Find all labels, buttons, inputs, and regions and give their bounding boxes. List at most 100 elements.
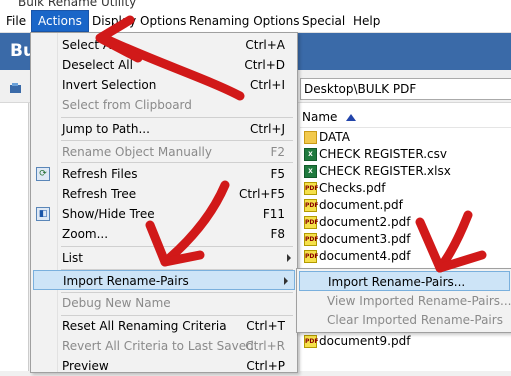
submenu-arrow-icon bbox=[287, 254, 291, 262]
folder-up-icon[interactable] bbox=[9, 82, 23, 94]
menu-item-label: Preview bbox=[62, 359, 109, 373]
tree-icon: ◧ bbox=[36, 207, 50, 221]
file-name: Checks.pdf bbox=[319, 181, 386, 195]
file-row[interactable]: X CHECK REGISTER.csv bbox=[300, 146, 511, 163]
menu-item-refresh-tree[interactable]: Refresh Tree Ctrl+F5 bbox=[31, 184, 297, 204]
menu-item-import-rename-pairs[interactable]: Import Rename-Pairs bbox=[33, 270, 295, 290]
menu-actions[interactable]: Actions bbox=[31, 10, 89, 32]
file-name: DATA bbox=[319, 130, 350, 144]
file-name: document3.pdf bbox=[319, 232, 411, 246]
menu-item-label: Debug New Name bbox=[62, 296, 171, 310]
submenu-item-view-imported-rename-pairs[interactable]: View Imported Rename-Pairs... bbox=[297, 291, 511, 311]
title-bar: Bulk Rename Utility bbox=[0, 0, 511, 10]
file-row[interactable]: DATA bbox=[300, 129, 511, 146]
menu-item-show-hide-tree[interactable]: ◧ Show/Hide Tree F11 bbox=[31, 204, 297, 224]
menu-item-label: Import Rename-Pairs bbox=[63, 274, 189, 288]
menu-separator bbox=[61, 246, 293, 247]
file-name: document4.pdf bbox=[319, 249, 411, 263]
menu-item-label: Jump to Path... bbox=[62, 122, 150, 136]
pdf-icon: PDF bbox=[304, 182, 318, 195]
file-row[interactable]: PDF document.pdf bbox=[300, 197, 511, 214]
file-row[interactable]: PDF document3.pdf bbox=[300, 231, 511, 248]
menu-item-rename-object-manually[interactable]: Rename Object Manually F2 bbox=[31, 142, 297, 162]
window-title: Bulk Rename Utility bbox=[18, 0, 137, 9]
menu-item-zoom[interactable]: Zoom... F8 bbox=[31, 224, 297, 244]
menu-item-label: Refresh Files bbox=[62, 167, 138, 181]
menu-item-label: Revert All Criteria to Last Saved bbox=[62, 339, 254, 353]
menu-item-label: Show/Hide Tree bbox=[62, 207, 155, 221]
menu-separator bbox=[61, 140, 293, 141]
file-name: CHECK REGISTER.xlsx bbox=[319, 164, 451, 178]
menu-item-label: Deselect All bbox=[62, 58, 133, 72]
menu-item-label: List bbox=[62, 251, 83, 265]
menu-item-invert-selection[interactable]: Invert Selection Ctrl+I bbox=[31, 75, 297, 95]
menu-item-shortcut: Ctrl+J bbox=[250, 122, 285, 136]
submenu-arrow-icon bbox=[284, 277, 288, 285]
menu-item-shortcut: Ctrl+T bbox=[246, 319, 285, 333]
folder-icon bbox=[304, 131, 317, 144]
file-row[interactable]: PDF document4.pdf bbox=[300, 248, 511, 265]
menu-item-label: Invert Selection bbox=[62, 78, 157, 92]
sort-ascending-icon bbox=[346, 114, 356, 121]
menu-item-label: Select from Clipboard bbox=[62, 98, 192, 112]
menu-item-shortcut: Ctrl+P bbox=[246, 359, 285, 373]
menu-help[interactable]: Help bbox=[347, 10, 386, 32]
menu-item-label: Rename Object Manually bbox=[62, 145, 212, 159]
menu-renaming-options[interactable]: Renaming Options bbox=[183, 10, 306, 32]
menu-item-preview[interactable]: Preview Ctrl+P bbox=[31, 356, 297, 376]
menu-item-shortcut: Ctrl+F5 bbox=[239, 187, 285, 201]
menu-item-reset-all-renaming-criteria[interactable]: Reset All Renaming Criteria Ctrl+T bbox=[31, 316, 297, 336]
import-rename-pairs-submenu: Import Rename-Pairs... View Imported Ren… bbox=[296, 268, 511, 333]
menu-item-shortcut: F5 bbox=[270, 167, 285, 181]
file-row[interactable]: PDF document2.pdf bbox=[300, 214, 511, 231]
path-field[interactable]: Desktop\BULK PDF bbox=[300, 78, 511, 100]
submenu-item-label: View Imported Rename-Pairs... bbox=[327, 294, 511, 308]
menu-item-shortcut: F11 bbox=[262, 207, 285, 221]
menu-item-label: Select A bbox=[62, 38, 112, 52]
refresh-icon: ⟳ bbox=[36, 167, 50, 181]
menu-separator bbox=[61, 162, 293, 163]
menu-item-refresh-files[interactable]: ⟳ Refresh Files F5 bbox=[31, 164, 297, 184]
file-name: CHECK REGISTER.csv bbox=[319, 147, 448, 161]
pdf-icon: PDF bbox=[304, 335, 318, 348]
pdf-icon: PDF bbox=[304, 250, 318, 263]
file-row[interactable]: X CHECK REGISTER.xlsx bbox=[300, 163, 511, 180]
menu-item-shortcut: Ctrl+I bbox=[250, 78, 285, 92]
menu-item-deselect-all[interactable]: Deselect All Ctrl+D bbox=[31, 55, 297, 75]
menu-item-shortcut: F2 bbox=[270, 145, 285, 159]
submenu-item-clear-imported-rename-pairs[interactable]: Clear Imported Rename-Pairs bbox=[297, 310, 511, 330]
pdf-icon: PDF bbox=[304, 199, 318, 212]
menu-file[interactable]: File bbox=[0, 10, 32, 32]
pdf-icon: PDF bbox=[304, 216, 318, 229]
menu-item-label: Reset All Renaming Criteria bbox=[62, 319, 227, 333]
menu-item-label: Refresh Tree bbox=[62, 187, 137, 201]
menu-bar: File Actions Display Options Renaming Op… bbox=[0, 10, 511, 33]
column-header-label: Name bbox=[302, 110, 338, 124]
menu-separator bbox=[61, 117, 293, 118]
menu-item-revert-all-criteria[interactable]: Revert All Criteria to Last Saved Ctrl+R bbox=[31, 336, 297, 356]
menu-special[interactable]: Special bbox=[296, 10, 351, 32]
menu-item-shortcut: Ctrl+D bbox=[244, 58, 285, 72]
file-row[interactable]: PDF Checks.pdf bbox=[300, 180, 511, 197]
menu-item-shortcut: Ctrl+R bbox=[245, 339, 285, 353]
menu-item-label: Zoom... bbox=[62, 227, 109, 241]
file-row[interactable]: PDF document9.pdf bbox=[300, 333, 511, 350]
menu-display-options[interactable]: Display Options bbox=[86, 10, 192, 32]
menu-item-list[interactable]: List bbox=[31, 248, 297, 268]
file-name: document.pdf bbox=[319, 198, 403, 212]
menu-item-jump-to-path[interactable]: Jump to Path... Ctrl+J bbox=[31, 119, 297, 139]
menu-item-select-all[interactable]: Select A Ctrl+A bbox=[31, 35, 297, 55]
folder-tree-pane[interactable] bbox=[0, 103, 29, 371]
submenu-item-label: Clear Imported Rename-Pairs bbox=[327, 313, 503, 327]
menu-item-shortcut: F8 bbox=[270, 227, 285, 241]
pdf-icon: PDF bbox=[304, 233, 318, 246]
file-name: document2.pdf bbox=[319, 215, 411, 229]
menu-item-shortcut: Ctrl+A bbox=[245, 38, 285, 52]
menu-item-select-from-clipboard[interactable]: Select from Clipboard bbox=[31, 95, 297, 115]
submenu-item-label: Import Rename-Pairs... bbox=[328, 275, 466, 289]
menu-item-debug-new-name[interactable]: Debug New Name bbox=[31, 293, 297, 313]
excel-icon: X bbox=[304, 165, 317, 178]
submenu-item-import-rename-pairs[interactable]: Import Rename-Pairs... bbox=[299, 271, 510, 291]
file-name: document9.pdf bbox=[319, 334, 411, 348]
column-header-name[interactable]: Name bbox=[300, 109, 511, 128]
